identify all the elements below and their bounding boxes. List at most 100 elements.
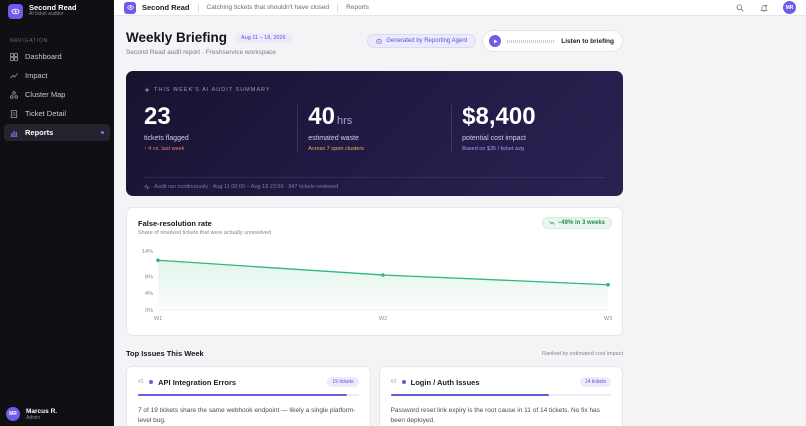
issue-impact-bar [138,394,359,396]
stat-note: ↑ 4 vs. last week [144,146,185,152]
sidebar: Second Read AI ticket auditor NAVIGATION… [0,0,114,426]
bar-chart-icon [10,129,18,137]
sidebar-item-dashboard[interactable]: Dashboard [4,48,110,65]
issues-grid: #1 API Integration Errors 19 tickets 7 o… [126,366,623,426]
issue-impact-bar [390,394,611,396]
document-icon [10,109,18,118]
summary-footer: Audit ran continuously · Aug 11 00:00 – … [144,177,605,190]
date-range-badge: Aug 11 – 18, 2026 [235,32,292,43]
page-header: Weekly Briefing Aug 11 – 18, 2026 Second… [126,30,623,58]
y-tick-label: 8% [145,274,153,280]
stat-note: Across 7 open clusters [308,146,364,152]
sparkle-icon [144,87,150,93]
user-name: Marcus R. [26,407,58,415]
user-avatar[interactable]: MR [783,1,796,14]
stat-value: $8,400 [462,103,536,130]
issue-description: Password reset link expiry is the root c… [390,407,600,424]
user-role: Admin [26,414,41,421]
x-tick-label: W2 [379,316,387,322]
brand[interactable]: Second Read AI ticket auditor [0,0,114,22]
bot-icon [376,38,382,44]
listen-label: Listen to briefing [561,37,614,45]
bell-icon[interactable] [759,3,769,13]
x-tick-label: W1 [154,316,162,322]
generated-by-badge: Generated by Reporting Agent [367,34,477,48]
issue-dot [149,380,154,384]
issue-name: Login / Auth Issues [410,377,480,387]
false-resolution-chart-card: False-resolution rate Share of resolved … [126,207,623,336]
topbar-app-name: Second Read [142,3,190,12]
audit-summary-card: THIS WEEK'S AI AUDIT SUMMARY 23 tickets … [126,71,623,196]
y-tick-label: 0% [145,308,153,314]
data-point [381,273,385,277]
divider [197,3,199,12]
sidebar-item-reports[interactable]: Reports [4,124,110,141]
breadcrumb-reports[interactable]: Reports [346,4,369,11]
stat-tickets-flagged: 23 tickets flagged ↑ 4 vs. last week [144,103,297,153]
issue-count-badge: 19 tickets [327,377,359,387]
stat-unit: hrs [337,115,353,127]
page-subtitle: Second Read audit report · Freshservice … [126,49,276,56]
y-tick-label: 4% [145,291,153,297]
stat-label: estimated waste [308,135,359,142]
divider [337,3,339,12]
issue-rank: #1 [138,379,145,385]
stat-value: 40 [308,103,335,130]
issue-impact-fill [138,394,348,396]
section-title: Top Issues This Week [126,349,204,358]
topbar-tagline: Catching tickets that shouldn't have clo… [206,4,330,11]
sidebar-item-impact[interactable]: Impact [4,67,110,84]
sidebar-item-cluster-map[interactable]: Cluster Map [4,86,110,103]
nav-heading: NAVIGATION [10,38,49,44]
issue-description: 7 of 19 tickets share the same webhook e… [138,407,356,424]
main-content: Weekly Briefing Aug 11 – 18, 2026 Second… [126,30,623,426]
stat-cost-impact: $8,400 potential cost impact Based on $3… [451,105,605,152]
y-tick-label: 14% [142,249,153,255]
summary-heading: THIS WEEK'S AI AUDIT SUMMARY [144,87,605,93]
active-indicator [101,131,104,134]
summary-heading-text: THIS WEEK'S AI AUDIT SUMMARY [154,87,271,93]
chart-subtitle: Share of resolved tickets that were actu… [138,230,271,236]
search-icon[interactable] [735,3,745,13]
page-title: Weekly Briefing [126,30,228,45]
trend-badge: −49% in 3 weeks [541,217,612,229]
stat-label: tickets flagged [144,135,189,142]
line-chart: 0% 4% 8% 14% W1 W2 W3 [142,249,612,322]
stat-estimated-waste: 40 hrs estimated waste Across 7 open clus… [297,105,451,152]
listen-to-briefing-button[interactable]: Listen to briefing [482,30,623,52]
sidebar-item-label: Cluster Map [25,90,66,99]
cluster-icon [10,90,18,99]
user-profile[interactable]: MR Marcus R. Admin [0,402,114,426]
sidebar-item-label: Reports [25,128,54,137]
issue-card[interactable]: #2 Login / Auth Issues 14 tickets Passwo… [378,366,623,426]
sidebar-item-label: Impact [25,71,48,80]
summary-footer-text: Audit ran continuously · Aug 11 00:00 – … [154,184,339,190]
issue-count-badge: 14 tickets [579,377,611,387]
data-point [606,282,610,287]
data-point [156,258,160,263]
trend-icon [10,72,18,80]
play-icon[interactable] [489,35,502,47]
issue-dot [401,380,406,384]
trend-down-icon [549,221,555,225]
sidebar-item-label: Ticket Detail [25,109,66,118]
issue-impact-fill [390,394,550,396]
section-meta: Ranked by estimated cost impact [541,350,623,357]
x-tick-label: W3 [604,316,612,322]
area-fill [158,260,608,310]
issue-rank: #2 [390,379,397,385]
chart-title: False-resolution rate [138,219,212,228]
sidebar-item-ticket-detail[interactable]: Ticket Detail [4,105,110,122]
trend-badge-text: −49% in 3 weeks [557,220,605,226]
issue-card[interactable]: #1 API Integration Errors 19 tickets 7 o… [126,366,371,426]
eye-logo-icon [8,3,23,19]
stat-value: 23 [144,103,171,130]
app-subtitle: AI ticket auditor [29,11,64,18]
generated-by-label: Generated by Reporting Agent [386,38,468,44]
grid-icon [10,52,18,61]
stat-label: potential cost impact [462,135,526,142]
eye-logo-icon [124,1,136,14]
topbar: Second Read Catching tickets that should… [114,0,806,16]
issue-name: API Integration Errors [158,377,237,387]
stat-note: Based on $35 / ticket avg [462,146,524,152]
